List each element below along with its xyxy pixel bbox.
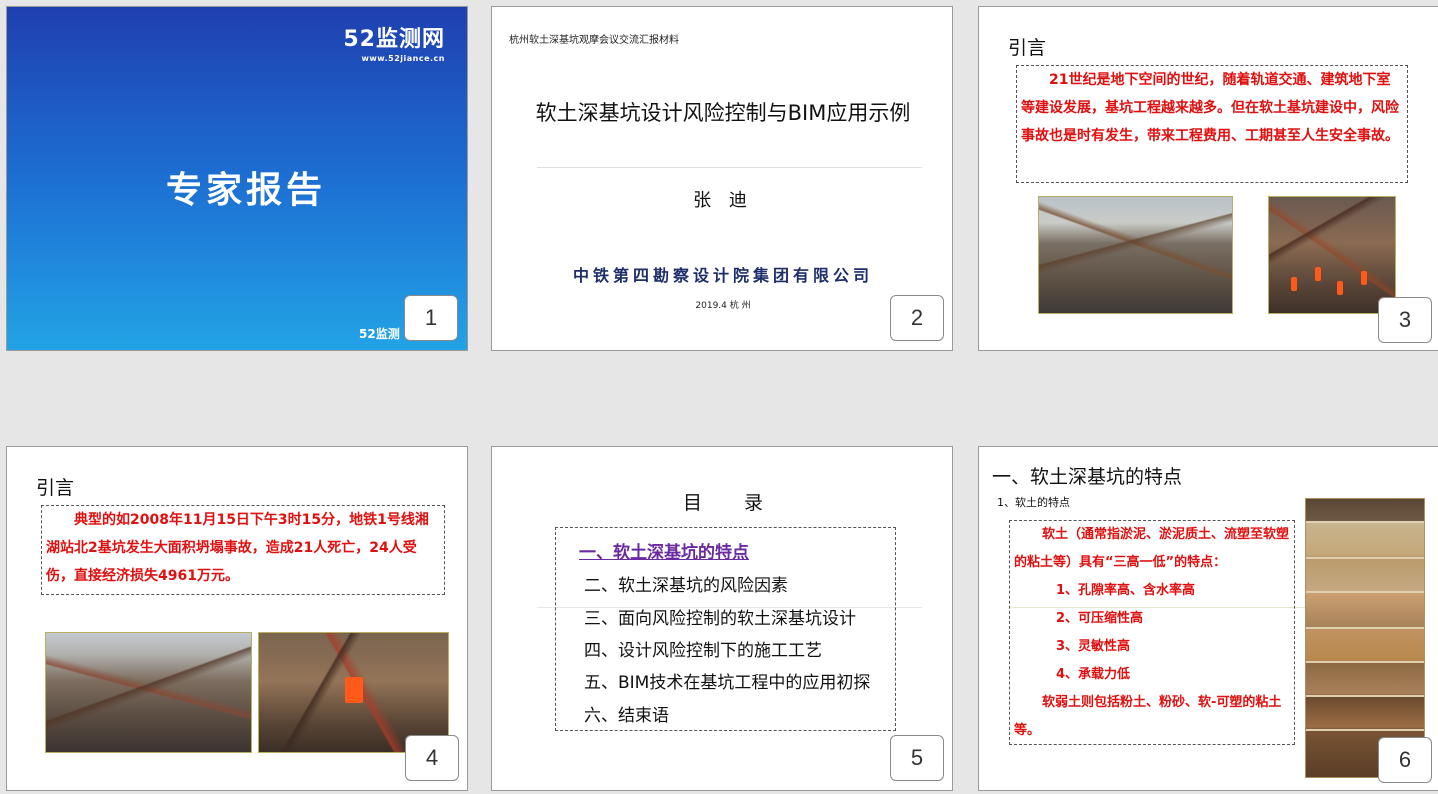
toc-item[interactable]: 五、BIM技术在基坑工程中的应用初探	[584, 668, 870, 693]
slide-heading: 一、软土深基坑的特点	[992, 466, 1183, 488]
rescue-photo	[1268, 196, 1396, 314]
shelf-line	[1306, 729, 1424, 731]
toc-title: 目 录	[682, 492, 782, 514]
slide-title: 软土深基坑设计风险控制与BIM应用示例	[535, 101, 911, 125]
slide-text-box: 典型的如2008年11月15日下午3时15分，地铁1号线湘湖站北2基坑发生大面积…	[41, 505, 445, 595]
soft-soil-point: 4、承载力低	[1056, 667, 1131, 682]
divider	[537, 167, 922, 168]
slide-thumbnail-6[interactable]: 一、软土深基坑的特点 1、软土的特点 软土（通常指淤泥、淤泥质土、流塑至软塑的粘…	[978, 446, 1438, 791]
site-logo: 52监测网 www.52jiance.cn	[343, 21, 445, 63]
slide-title: 专家报告	[165, 170, 326, 211]
accident-photo	[1038, 196, 1233, 314]
rescue-worker	[1291, 277, 1297, 291]
slide-organization: 中铁第四勘察设计院集团有限公司	[572, 266, 873, 285]
slide-heading: 引言	[36, 477, 75, 499]
slide-subheading: 1、软土的特点	[997, 496, 1070, 509]
soft-soil-outro: 软弱土则包括粉土、粉砂、软-可塑的粘土等。	[1014, 695, 1282, 738]
shelf-line	[1306, 661, 1424, 663]
toc-item[interactable]: 四、设计风险控制下的施工工艺	[584, 636, 822, 661]
slide-number-badge: 6	[1378, 737, 1432, 783]
soft-soil-intro: 软土（通常指淤泥、淤泥质土、流塑至软塑的粘土等）具有“三高一低”的特点：	[1014, 527, 1290, 570]
logo-url: www.52jiance.cn	[361, 54, 445, 63]
shelf-line	[1306, 557, 1424, 559]
shelf-line	[1306, 591, 1424, 593]
slide-heading: 引言	[1008, 37, 1047, 59]
rescue-worker	[1337, 281, 1343, 295]
shelf-line	[1306, 627, 1424, 629]
toc-item-active[interactable]: 一、软土深基坑的特点	[579, 538, 749, 563]
slide-thumbnail-2[interactable]: 杭州软土深基坑观摩会议交流汇报材料 软土深基坑设计风险控制与BIM应用示例 张 …	[491, 6, 953, 351]
slide-number-badge: 3	[1378, 297, 1432, 343]
slide-body-text: 21世纪是地下空间的世纪，随着轨道交通、建筑地下室等建设发展，基坑工程越来越多。…	[1021, 72, 1399, 144]
collapse-photo	[45, 632, 252, 753]
slide-thumbnail-5[interactable]: 目 录 一、软土深基坑的特点 二、软土深基坑的风险因素 三、面向风险控制的软土深…	[491, 446, 953, 791]
slide-date: 2019.4 杭 州	[695, 301, 751, 311]
soft-soil-point: 1、孔隙率高、含水率高	[1056, 583, 1196, 598]
rescue-worker	[1361, 271, 1367, 285]
slide-number-badge: 5	[890, 735, 944, 781]
rescue-worker	[345, 677, 363, 703]
slide-author: 张 迪	[693, 190, 753, 211]
soft-soil-point: 3、灵敏性高	[1056, 639, 1131, 654]
slide-text-box: 软土（通常指淤泥、淤泥质土、流塑至软塑的粘土等）具有“三高一低”的特点： 1、孔…	[1009, 520, 1295, 745]
slide-footer: 52监测	[359, 327, 400, 341]
slide-thumbnail-4[interactable]: 引言 典型的如2008年11月15日下午3时15分，地铁1号线湘湖站北2基坑发生…	[6, 446, 468, 791]
slide-number-badge: 4	[405, 735, 459, 781]
slide-body-text: 典型的如2008年11月15日下午3时15分，地铁1号线湘湖站北2基坑发生大面积…	[46, 512, 429, 584]
slide-text-box: 21世纪是地下空间的世纪，随着轨道交通、建筑地下室等建设发展，基坑工程越来越多。…	[1016, 65, 1408, 183]
logo-text: 52监测网	[343, 27, 445, 52]
slide-number-badge: 1	[404, 295, 458, 341]
slide-number-badge: 2	[890, 295, 944, 341]
slide-thumbnail-1[interactable]: 52监测网 www.52jiance.cn 专家报告 52监测 1	[6, 6, 468, 351]
shelf-line	[1306, 695, 1424, 697]
slide-top-note: 杭州软土深基坑观摩会议交流汇报材料	[509, 35, 679, 46]
soft-soil-point: 2、可压缩性高	[1056, 611, 1144, 626]
soil-sample-photo	[1305, 498, 1425, 778]
toc-item[interactable]: 六、结束语	[584, 701, 669, 726]
toc-item[interactable]: 二、软土深基坑的风险因素	[584, 571, 788, 596]
slide-thumbnail-3[interactable]: 引言 21世纪是地下空间的世纪，随着轨道交通、建筑地下室等建设发展，基坑工程越来…	[978, 6, 1438, 351]
shelf-line	[1306, 521, 1424, 523]
toc-item[interactable]: 三、面向风险控制的软土深基坑设计	[584, 604, 856, 629]
rescue-worker	[1315, 267, 1321, 281]
